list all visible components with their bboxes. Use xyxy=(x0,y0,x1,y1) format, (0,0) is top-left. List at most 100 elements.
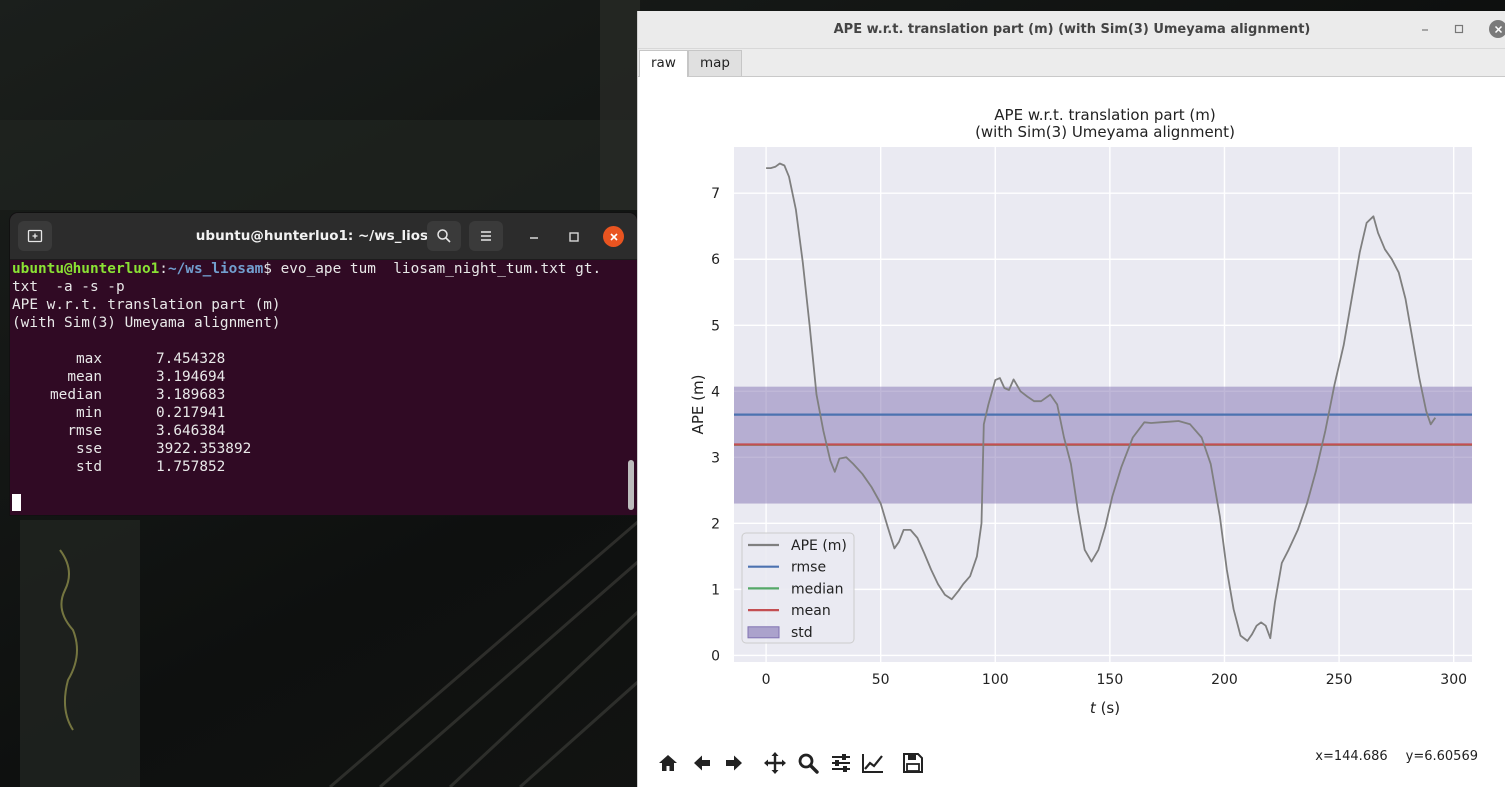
edit-axes-icon xyxy=(862,754,883,773)
prompt-end: $ xyxy=(263,261,281,277)
x-tick-label: 200 xyxy=(1211,672,1238,688)
stat-value: 3.189683 xyxy=(156,387,226,403)
menu-button[interactable] xyxy=(469,221,503,251)
forward-arrow-icon xyxy=(726,755,742,771)
pan-icon xyxy=(764,752,786,774)
stat-row-median: median 3.189683 xyxy=(12,386,625,404)
ape-chart[interactable]: 0 50 100 150 200 250 300 0 1 2 3 4 5 6 7 APE w.r.t. tra… xyxy=(638,77,1505,737)
legend-label-rmse: rmse xyxy=(791,560,826,576)
search-icon xyxy=(437,229,451,243)
y-tick-label: 5 xyxy=(711,318,720,334)
close-icon xyxy=(609,232,618,241)
plot-minimize-button[interactable] xyxy=(1416,20,1434,38)
prompt-path: ~/ws_liosam xyxy=(167,261,264,277)
stat-row-min: min 0.217941 xyxy=(12,404,625,422)
back-button[interactable] xyxy=(689,750,715,776)
terminal-scrollbar[interactable] xyxy=(628,460,634,510)
tab-map[interactable]: map xyxy=(688,50,742,76)
stat-name: std xyxy=(76,459,102,475)
stat-row-std: std 1.757852 xyxy=(12,458,625,476)
x-tick-label: 150 xyxy=(1097,672,1124,688)
stat-row-max: max 7.454328 xyxy=(12,350,625,368)
plot-toolbar: x=144.686 y=6.60569 xyxy=(638,737,1505,787)
stat-value: 7.454328 xyxy=(156,351,226,367)
legend-label-median: median xyxy=(791,581,843,597)
minimize-icon xyxy=(1422,29,1428,31)
stat-row-mean: mean 3.194694 xyxy=(12,368,625,386)
configure-subplots-button[interactable] xyxy=(828,750,854,776)
coord-y: y=6.60569 xyxy=(1405,749,1478,764)
chart-subtitle: (with Sim(3) Umeyama alignment) xyxy=(975,123,1235,141)
terminal-output[interactable]: ubuntu@hunterluo1:~/ws_liosam$ evo_ape t… xyxy=(12,260,625,515)
stat-value: 1.757852 xyxy=(156,459,226,475)
stat-name: min xyxy=(76,405,102,421)
y-tick-label: 4 xyxy=(711,384,720,400)
zoom-icon xyxy=(798,753,819,774)
x-tick-label: 250 xyxy=(1326,672,1353,688)
stat-name: median xyxy=(50,387,102,403)
command-line: evo_ape tum liosam_night_tum.txt gt. xyxy=(280,261,602,277)
legend-label-std: std xyxy=(791,625,813,641)
command-line-cont: txt -a -s -p xyxy=(12,279,125,295)
minimize-button[interactable] xyxy=(524,227,544,247)
home-button[interactable] xyxy=(655,750,681,776)
pan-button[interactable] xyxy=(762,750,788,776)
y-tick-label: 1 xyxy=(711,582,720,598)
output-line: (with Sim(3) Umeyama alignment) xyxy=(12,315,281,331)
stat-value: 3922.353892 xyxy=(156,441,252,457)
y-tick-label: 0 xyxy=(711,648,720,664)
stat-name: max xyxy=(76,351,102,367)
close-button[interactable] xyxy=(603,226,624,247)
output-line: APE w.r.t. translation part (m) xyxy=(12,297,281,313)
x-axis-label-unit: (s) xyxy=(1096,699,1120,717)
y-tick-label: 7 xyxy=(711,186,720,202)
configure-subplots-icon xyxy=(832,754,850,772)
x-tick-label: 0 xyxy=(762,672,771,688)
coord-x: x=144.686 xyxy=(1315,749,1388,764)
search-button[interactable] xyxy=(427,221,461,251)
hamburger-menu-icon xyxy=(481,231,491,241)
legend-label-ape: APE (m) xyxy=(791,538,847,554)
plot-close-button[interactable] xyxy=(1489,20,1505,38)
save-button[interactable] xyxy=(900,750,926,776)
plot-window-title: APE w.r.t. translation part (m) (with Si… xyxy=(833,22,1311,37)
tab-raw[interactable]: raw xyxy=(639,50,688,78)
plot-maximize-button[interactable] xyxy=(1450,20,1468,38)
x-axis-label: t (s) xyxy=(1090,699,1120,717)
home-icon xyxy=(659,755,677,771)
text-cursor xyxy=(12,494,21,511)
maximize-icon xyxy=(569,232,579,242)
x-tick-label: 100 xyxy=(982,672,1009,688)
zoom-button[interactable] xyxy=(795,750,821,776)
close-icon xyxy=(1494,25,1502,33)
x-tick-label: 300 xyxy=(1440,672,1467,688)
prompt-separator: : xyxy=(159,261,168,277)
stat-name: mean xyxy=(67,369,102,385)
stat-value: 3.194694 xyxy=(156,369,226,385)
plot-window-titlebar: APE w.r.t. translation part (m) (with Si… xyxy=(638,11,1505,49)
prompt-user: ubuntu@hunterluo1 xyxy=(12,261,160,277)
edit-axes-button[interactable] xyxy=(860,750,886,776)
stat-value: 0.217941 xyxy=(156,405,226,421)
plot-window[interactable]: APE w.r.t. translation part (m) (with Si… xyxy=(637,11,1505,787)
x-tick-label: 50 xyxy=(872,672,890,688)
plot-area[interactable]: 0 50 100 150 200 250 300 0 1 2 3 4 5 6 7 APE w.r.t. tra… xyxy=(638,77,1505,737)
legend-label-mean: mean xyxy=(791,603,831,619)
forward-button[interactable] xyxy=(721,750,747,776)
stats-block: max 7.454328 mean 3.194694 median 3.189683 min… xyxy=(12,350,625,476)
save-icon xyxy=(903,753,923,773)
cursor-coordinates: x=144.686 y=6.60569 xyxy=(1297,749,1478,764)
stat-name: sse xyxy=(76,441,102,457)
maximize-button[interactable] xyxy=(564,227,584,247)
maximize-icon xyxy=(1454,24,1464,34)
chart-title: APE w.r.t. translation part (m) xyxy=(994,106,1215,124)
terminal-window[interactable]: ubuntu@hunterluo1: ~/ws_liosam ubuntu@hu… xyxy=(10,213,637,515)
stat-row-rmse: rmse 3.646384 xyxy=(12,422,625,440)
y-tick-label: 6 xyxy=(711,252,720,268)
tab-bar: raw map xyxy=(638,49,1505,78)
y-tick-label: 2 xyxy=(711,516,720,532)
stat-value: 3.646384 xyxy=(156,423,226,439)
back-arrow-icon xyxy=(694,755,710,771)
minimize-icon xyxy=(530,237,538,239)
y-tick-label: 3 xyxy=(711,450,720,466)
